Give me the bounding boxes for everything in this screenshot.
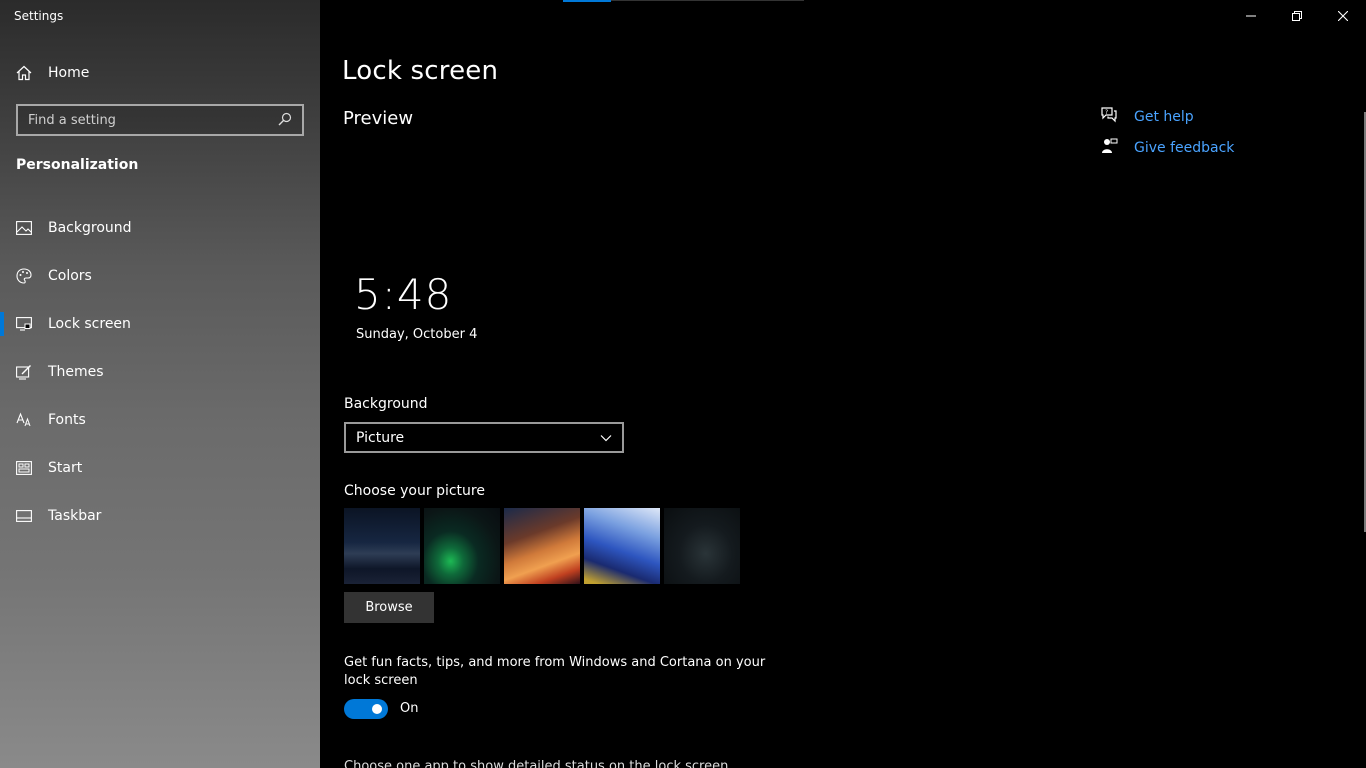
chevron-down-icon (600, 430, 612, 446)
preview-heading: Preview (343, 108, 414, 129)
home-nav-item[interactable]: Home (16, 62, 89, 84)
search-box[interactable] (16, 104, 304, 136)
preview-clock-time: 5:48 (354, 270, 453, 319)
page-title: Lock screen (342, 56, 499, 86)
section-title: Personalization (16, 157, 139, 173)
sidebar-item-background[interactable]: Background (0, 204, 320, 252)
sidebar-item-label: Lock screen (48, 316, 131, 332)
picture-thumbnail[interactable] (584, 508, 660, 584)
minimize-button[interactable] (1228, 0, 1274, 32)
app-title: Settings (14, 9, 64, 23)
top-accent-track (611, 0, 804, 1)
picture-thumbnails (344, 508, 740, 584)
nav-list: Background Colors Lock screen Themes Fon… (0, 204, 320, 540)
give-feedback-link[interactable]: Give feedback (1100, 132, 1234, 163)
detailed-status-description: Choose one app to show detailed status o… (344, 759, 729, 768)
preview-clock-date: Sunday, October 4 (356, 327, 478, 342)
sidebar-item-taskbar[interactable]: Taskbar (0, 492, 320, 540)
restore-icon (1292, 11, 1302, 21)
toggle-knob (372, 704, 382, 714)
lock-screen-icon (16, 316, 32, 332)
background-dropdown[interactable]: Picture (344, 422, 624, 453)
picture-thumbnail[interactable] (424, 508, 500, 584)
taskbar-icon (16, 508, 32, 524)
fonts-icon (16, 412, 32, 428)
selection-indicator (0, 312, 4, 336)
sidebar-item-colors[interactable]: Colors (0, 252, 320, 300)
sidebar-item-label: Fonts (48, 412, 86, 428)
sidebar-item-label: Start (48, 460, 83, 476)
feedback-icon (1100, 137, 1118, 159)
get-help-link[interactable]: ? Get help (1100, 101, 1234, 132)
themes-icon (16, 364, 32, 380)
window-controls (1228, 0, 1366, 32)
fun-facts-toggle[interactable] (344, 699, 388, 719)
get-help-label: Get help (1134, 108, 1194, 125)
home-icon (16, 65, 32, 81)
search-input[interactable] (28, 112, 278, 128)
sidebar: Settings Home Personalization Background… (0, 0, 320, 768)
picture-thumbnail[interactable] (344, 508, 420, 584)
sidebar-item-themes[interactable]: Themes (0, 348, 320, 396)
choose-picture-label: Choose your picture (344, 483, 485, 499)
sidebar-item-start[interactable]: Start (0, 444, 320, 492)
top-accent-bar (563, 0, 611, 2)
search-icon[interactable] (278, 111, 292, 130)
sidebar-item-label: Themes (48, 364, 104, 380)
close-icon (1338, 11, 1348, 21)
give-feedback-label: Give feedback (1134, 139, 1235, 156)
background-label: Background (344, 396, 428, 412)
close-button[interactable] (1320, 0, 1366, 32)
svg-text:?: ? (1105, 109, 1108, 116)
sidebar-item-lock-screen[interactable]: Lock screen (0, 300, 320, 348)
home-label: Home (48, 65, 90, 81)
background-dropdown-value: Picture (356, 429, 405, 446)
sidebar-item-label: Colors (48, 268, 92, 284)
sidebar-item-label: Background (48, 220, 132, 236)
picture-thumbnail[interactable] (664, 508, 740, 584)
sidebar-item-fonts[interactable]: Fonts (0, 396, 320, 444)
help-links: ? Get help Give feedback (1100, 101, 1234, 163)
toggle-state-label: On (400, 701, 419, 716)
browse-button[interactable]: Browse (344, 592, 434, 623)
minimize-icon (1246, 15, 1256, 17)
picture-icon (16, 220, 32, 236)
chat-help-icon: ? (1100, 106, 1118, 128)
palette-icon (16, 268, 32, 284)
sidebar-item-label: Taskbar (48, 508, 102, 524)
restore-button[interactable] (1274, 0, 1320, 32)
start-icon (16, 460, 32, 476)
fun-facts-description: Get fun facts, tips, and more from Windo… (344, 655, 766, 688)
picture-thumbnail[interactable] (504, 508, 580, 584)
